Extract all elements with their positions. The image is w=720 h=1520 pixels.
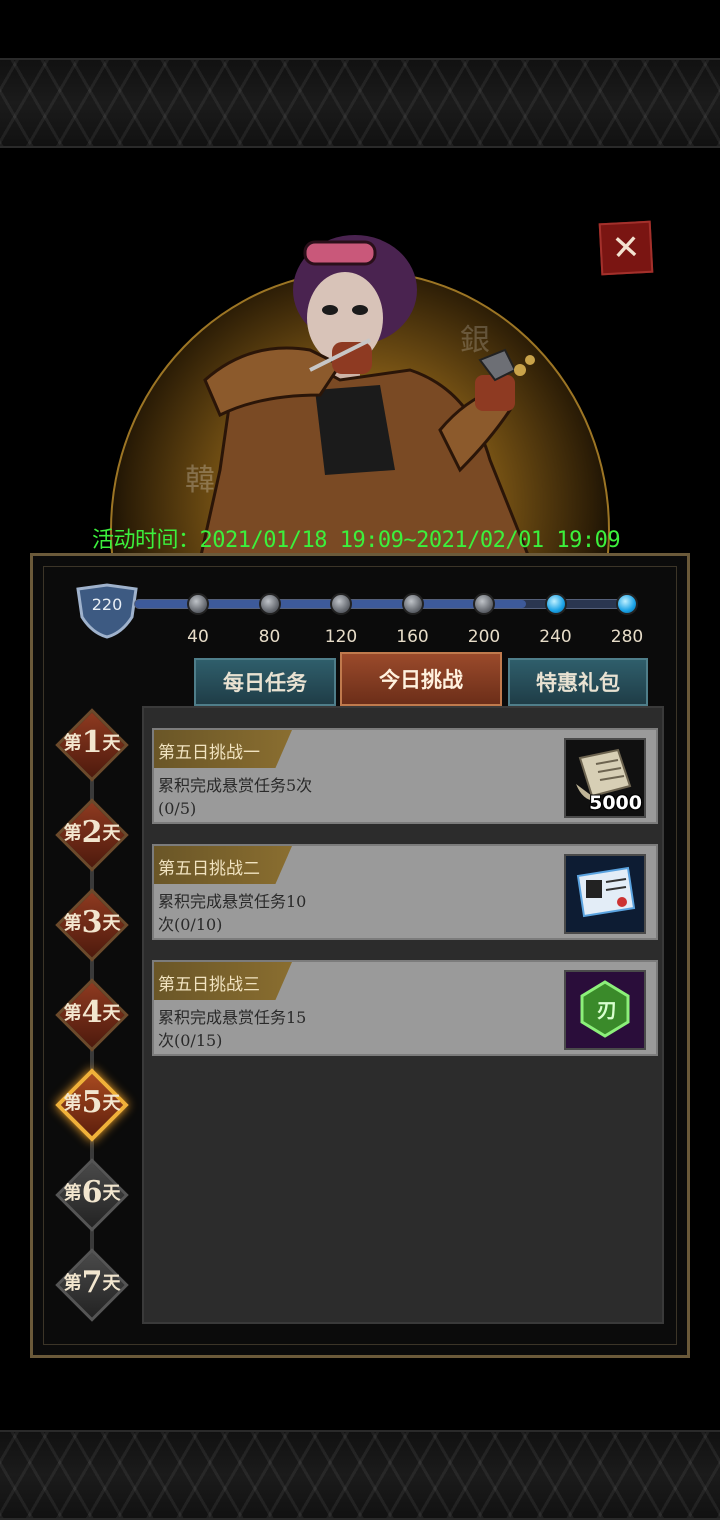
day-label: 第4天 [63, 995, 121, 1030]
task-desc: 累积完成悬赏任务5次 (0/5) [158, 776, 313, 818]
reward-slot[interactable]: 刃 [564, 970, 646, 1050]
milestone-node-40[interactable] [187, 593, 209, 615]
points-progress-bar: 220 40 80 120 160 200 240 280 [74, 575, 644, 655]
milestone-label: 160 [396, 627, 429, 647]
milestone-node-120[interactable] [330, 593, 352, 615]
id-card-icon [566, 856, 644, 932]
day-label: 第1天 [63, 725, 121, 760]
tab-daily-tasks[interactable]: 每日任务 [194, 658, 336, 706]
green-gem-icon: 刃 [566, 972, 644, 1048]
milestone-node-280[interactable] [616, 593, 638, 615]
task-title: 第五日挑战三 [154, 962, 292, 1000]
milestone-label: 240 [539, 627, 572, 647]
milestone-label: 200 [467, 627, 501, 647]
day-button-4[interactable]: 第4天 [55, 978, 129, 1052]
event-time-text: 活动时间：2021/01/18 19:09~2021/02/01 19:09 [92, 528, 621, 553]
task-card-2: 第五日挑战二 累积完成悬赏任务10 次(0/10) [152, 844, 658, 940]
day-label: 第7天 [63, 1265, 121, 1300]
close-button[interactable]: ✕ [598, 220, 654, 276]
close-icon: ✕ [610, 227, 642, 269]
svg-text:韓: 韓 [185, 463, 215, 498]
task-card-1: 第五日挑战一 累积完成悬赏任务5次 (0/5) 5000 [152, 728, 658, 824]
svg-text:刃: 刃 [597, 998, 617, 1022]
milestone-node-160[interactable] [401, 593, 424, 615]
milestone-label: 80 [258, 627, 281, 647]
day-button-5[interactable]: 第5天 [55, 1068, 129, 1142]
milestone-label: 40 [187, 627, 209, 647]
hero-character-art: 韓 銀 [110, 230, 610, 560]
task-title: 第五日挑战一 [154, 730, 292, 768]
reward-slot[interactable]: 5000 [564, 738, 646, 818]
day-button-2[interactable]: 第2天 [55, 798, 129, 872]
svg-text:銀: 銀 [460, 323, 490, 358]
milestone-node-240[interactable] [544, 593, 567, 615]
day-button-1[interactable]: 第1天 [55, 708, 129, 782]
tab-label: 今日挑战 [379, 667, 463, 692]
day-label: 第2天 [63, 815, 121, 850]
task-desc: 累积完成悬赏任务10 次(0/10) [158, 892, 307, 934]
top-decor-band [0, 58, 720, 148]
current-points: 220 [91, 595, 123, 614]
task-desc: 累积完成悬赏任务15 次(0/15) [158, 1008, 307, 1050]
bottom-decor-band [0, 1430, 720, 1520]
milestone-node-80[interactable] [258, 593, 281, 615]
day-label: 第5天 [63, 1085, 121, 1120]
day-label: 第3天 [63, 905, 121, 940]
tab-special-packs[interactable]: 特惠礼包 [508, 658, 648, 706]
reward-amount: 5000 [589, 792, 642, 814]
tab-label: 特惠礼包 [536, 670, 620, 695]
milestone-label: 280 [610, 627, 644, 647]
reward-slot[interactable] [564, 854, 646, 934]
task-title: 第五日挑战二 [154, 846, 292, 884]
day-button-7[interactable]: 第7天 [55, 1248, 129, 1322]
tab-label: 每日任务 [223, 670, 307, 695]
tab-today-challenge[interactable]: 今日挑战 [340, 652, 502, 706]
milestone-label: 120 [324, 627, 358, 647]
task-card-3: 第五日挑战三 累积完成悬赏任务15 次(0/15) 刃 [152, 960, 658, 1056]
day-label: 第6天 [63, 1175, 121, 1210]
day-button-3[interactable]: 第3天 [55, 888, 129, 962]
day-button-6[interactable]: 第6天 [55, 1158, 129, 1232]
milestone-node-200[interactable] [473, 593, 495, 615]
